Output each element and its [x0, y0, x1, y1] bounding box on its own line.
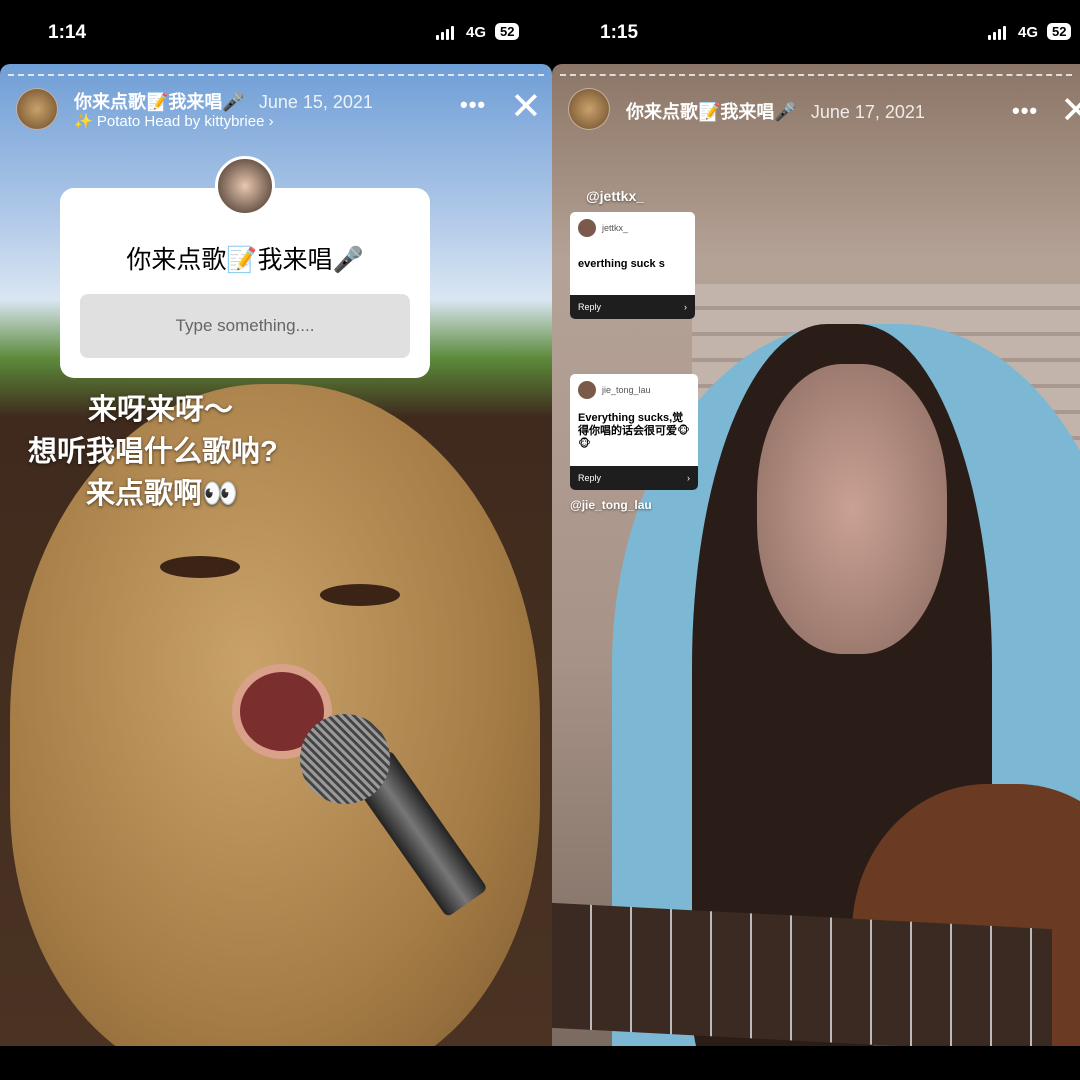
responder-avatar [578, 219, 596, 237]
question-response-card[interactable]: jettkx_ everthing suck s Reply › [570, 212, 695, 320]
chevron-right-icon: › [684, 302, 687, 313]
network-label: 4G [466, 24, 487, 41]
chevron-right-icon: › [687, 472, 690, 483]
reply-button[interactable]: Reply › [570, 295, 695, 320]
story-title[interactable]: 你来点歌📝我来唱🎤 June 17, 2021 [626, 98, 925, 124]
overlay-text: 来点歌啊👀 [86, 478, 239, 510]
reply-button[interactable]: Reply › [570, 465, 698, 490]
story-progress-bar [8, 74, 544, 76]
home-bar [552, 1046, 1080, 1080]
overlay-text: 想听我唱什么歌呐? [28, 436, 278, 468]
response-text: Everything sucks,觉得你唱的话会很可爱🐵🐵 [578, 412, 690, 451]
reply-label: Reply [578, 472, 602, 483]
answer-input[interactable]: Type something.... [80, 294, 410, 358]
microphone-head [300, 714, 390, 804]
sticker-avatar [215, 156, 275, 216]
title-text: 你来点歌📝我来唱🎤 [74, 92, 245, 112]
story-panel-left: 1:14 4G 52 你来点歌📝我来唱🎤 June 15, 2021 ✨ Pota… [0, 0, 552, 1080]
status-time: 1:15 [600, 22, 639, 43]
responder-avatar [578, 381, 596, 399]
story-content[interactable]: 你来点歌📝我来唱🎤 June 15, 2021 ✨ Potato Head by … [0, 64, 552, 1046]
overlay-text: 来呀来呀～ [88, 394, 234, 426]
question-response-card[interactable]: jie_tong_lau Everything sucks,觉得你唱的话会很可爱… [570, 374, 698, 490]
question-sticker[interactable]: 你来点歌📝我来唱🎤 Type something.... [60, 156, 430, 378]
battery-icon: 52 [1047, 23, 1072, 40]
sticker-title: 你来点歌📝我来唱🎤 [126, 246, 364, 274]
responder-username: jettkx_ [602, 223, 629, 233]
reply-label: Reply [578, 302, 602, 313]
avatar[interactable] [16, 88, 58, 130]
mention-text[interactable]: @jie_tong_lau [570, 498, 652, 512]
story-panel-right: 1:15 4G 52 你来点歌📝我来唱🎤 June 17, 2021 ••• ✕ … [552, 0, 1080, 1080]
status-time: 1:14 [48, 22, 87, 43]
effect-link[interactable]: ✨ Potato Head by kittybriee › [74, 112, 274, 130]
eye [320, 584, 400, 606]
battery-icon: 52 [495, 23, 520, 40]
close-icon[interactable]: ✕ [1060, 92, 1080, 130]
more-options-icon[interactable]: ••• [460, 92, 486, 118]
mention-text[interactable]: @jettkx_ [586, 188, 644, 204]
eye [160, 556, 240, 578]
story-progress-bar [560, 74, 1072, 76]
response-text: everthing suck s [578, 258, 665, 270]
network-label: 4G [1018, 24, 1039, 41]
story-title[interactable]: 你来点歌📝我来唱🎤 June 15, 2021 [74, 88, 373, 114]
person-face [757, 364, 947, 654]
more-options-icon[interactable]: ••• [1012, 98, 1038, 124]
status-bar: 1:14 4G 52 [0, 0, 552, 64]
guitar-neck [552, 902, 1052, 1046]
title-text: 你来点歌📝我来唱🎤 [626, 102, 797, 122]
close-icon[interactable]: ✕ [510, 88, 542, 126]
responder-username: jie_tong_lau [602, 385, 651, 395]
home-bar [0, 1046, 552, 1080]
avatar[interactable] [568, 88, 610, 130]
story-date: June 17, 2021 [810, 102, 925, 122]
story-date: June 15, 2021 [258, 92, 373, 112]
signal-icon [988, 24, 1006, 40]
story-content[interactable]: 你来点歌📝我来唱🎤 June 17, 2021 ••• ✕ @jettkx_ je… [552, 64, 1080, 1046]
signal-icon [436, 24, 454, 40]
status-bar: 1:15 4G 52 [552, 0, 1080, 64]
